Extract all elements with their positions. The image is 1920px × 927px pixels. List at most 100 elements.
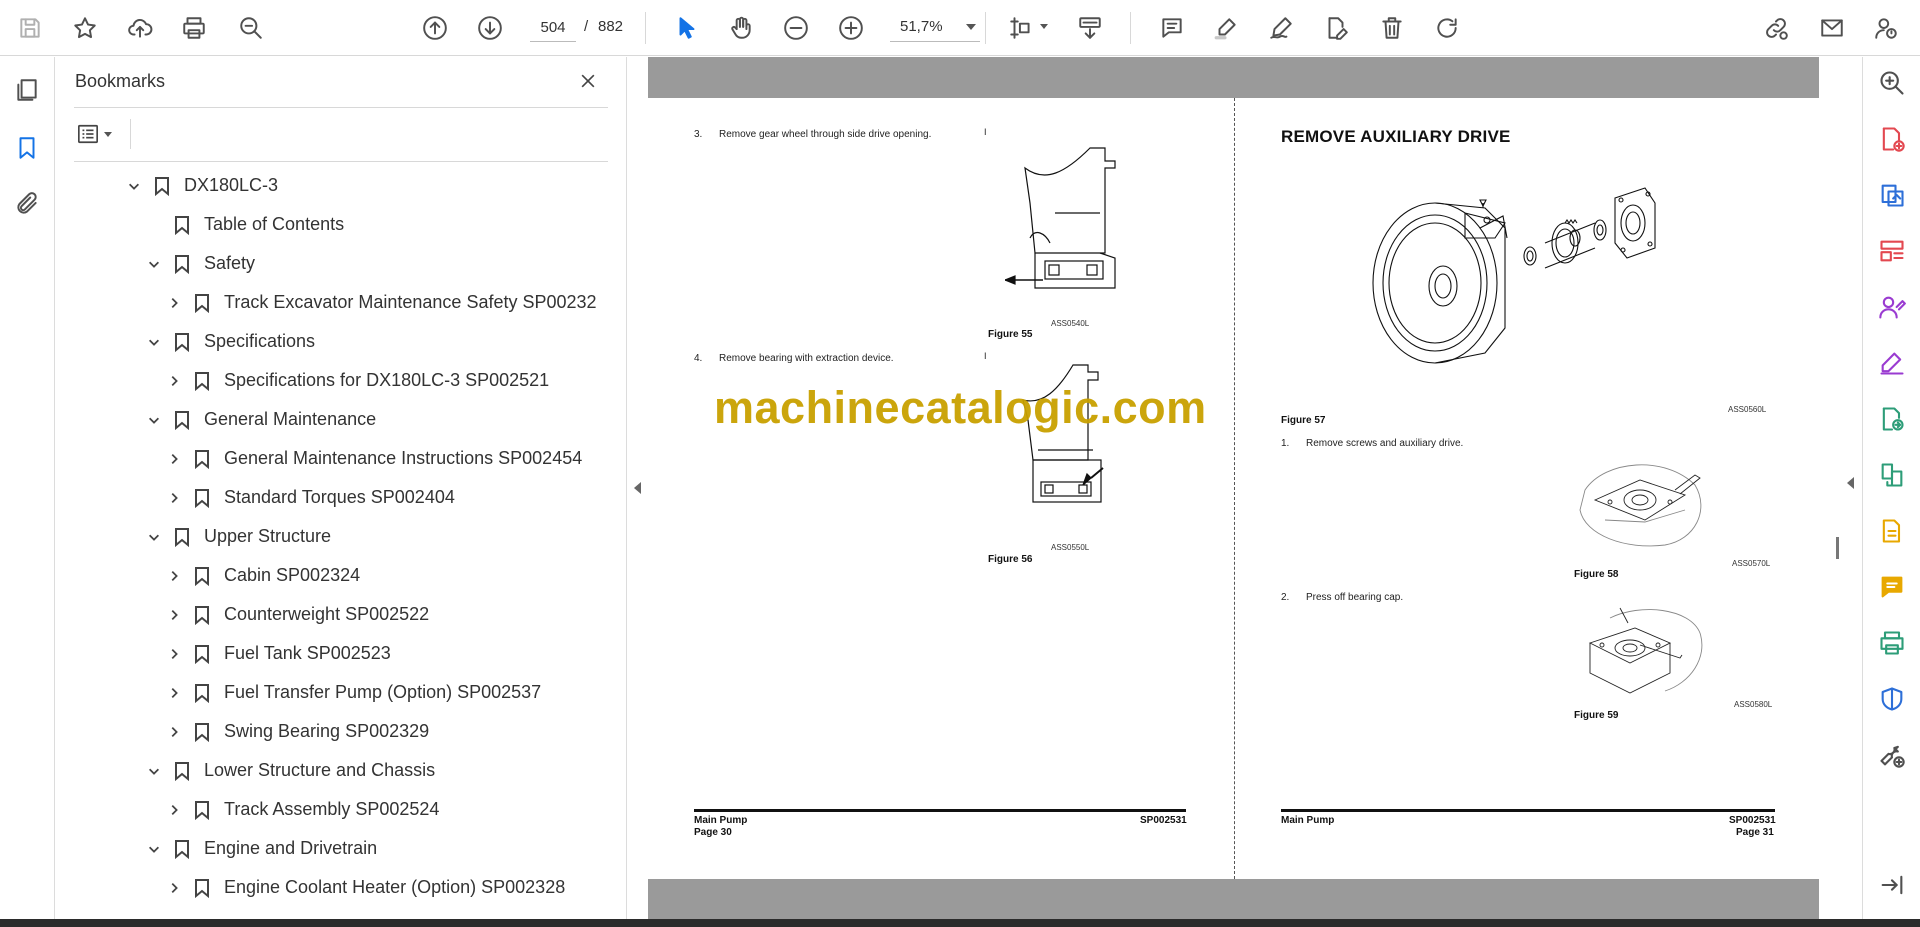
chevron-down-icon[interactable] bbox=[146, 529, 162, 545]
bookmark-item[interactable]: Engine Coolant Heater (Option) SP002328 bbox=[166, 868, 565, 907]
previous-page-icon[interactable] bbox=[419, 12, 451, 44]
delete-trash-icon[interactable] bbox=[1376, 12, 1408, 44]
more-tools-icon[interactable] bbox=[1876, 739, 1908, 771]
footer-doc-code: SP002531 bbox=[1140, 815, 1187, 826]
chevron-right-icon[interactable] bbox=[166, 295, 182, 311]
document-viewer[interactable]: 3. Remove gear wheel through side drive … bbox=[648, 57, 1862, 919]
chevron-right-icon[interactable] bbox=[166, 685, 182, 701]
bookmark-item[interactable]: Engine and Drivetrain bbox=[146, 829, 377, 868]
email-icon[interactable] bbox=[1816, 12, 1848, 44]
bookmark-label: Fuel Tank SP002523 bbox=[224, 643, 391, 663]
bookmark-label: Track Assembly SP002524 bbox=[224, 799, 440, 819]
hand-tool-icon[interactable] bbox=[725, 12, 757, 44]
chevron-down-icon[interactable] bbox=[146, 256, 162, 272]
upload-cloud-icon[interactable] bbox=[124, 12, 156, 44]
chevron-right-icon[interactable] bbox=[166, 880, 182, 896]
scroll-mode-icon[interactable] bbox=[1074, 12, 1106, 44]
figure-code: ASS0540L bbox=[1051, 319, 1090, 328]
chevron-down-icon[interactable] bbox=[146, 841, 162, 857]
close-icon[interactable] bbox=[574, 67, 602, 95]
chevron-right-icon[interactable] bbox=[166, 802, 182, 818]
left-nav-rail bbox=[0, 57, 55, 919]
chevron-right-icon[interactable] bbox=[166, 373, 182, 389]
bookmark-item[interactable]: General Maintenance bbox=[146, 400, 376, 439]
bookmark-icon bbox=[194, 371, 210, 391]
bookmark-item[interactable]: Lower Structure and Chassis bbox=[146, 751, 435, 790]
bookmark-item[interactable]: Swing Bearing SP002329 bbox=[166, 712, 429, 751]
print-icon[interactable] bbox=[178, 12, 210, 44]
collapse-right-arrow-icon[interactable] bbox=[1847, 477, 1854, 489]
print-production-icon[interactable] bbox=[1876, 627, 1908, 659]
bookmark-item[interactable]: General Maintenance Instructions SP00245… bbox=[166, 439, 582, 478]
viewer-scrollbar-thumb[interactable] bbox=[1836, 537, 1839, 559]
edit-pdf-icon[interactable] bbox=[1876, 515, 1908, 547]
protect-shield-icon[interactable] bbox=[1876, 683, 1908, 715]
comment-tool-icon[interactable] bbox=[1876, 571, 1908, 603]
bookmark-item[interactable]: Cabin SP002324 bbox=[166, 556, 360, 595]
request-signatures-icon[interactable] bbox=[1876, 291, 1908, 323]
bookmark-item[interactable]: Upper Structure bbox=[146, 517, 331, 556]
redo-rotate-icon[interactable] bbox=[1431, 12, 1463, 44]
bookmark-label: Specifications for DX180LC-3 SP002521 bbox=[224, 370, 550, 390]
save-icon[interactable] bbox=[14, 12, 46, 44]
bookmark-item[interactable]: Specifications bbox=[146, 322, 315, 361]
fill-sign-icon[interactable] bbox=[1876, 347, 1908, 379]
bookmark-item[interactable]: Standard Torques SP002404 bbox=[166, 478, 455, 517]
collapse-left-panel[interactable] bbox=[626, 57, 648, 919]
compare-files-icon[interactable] bbox=[1876, 459, 1908, 491]
draw-pen-icon[interactable] bbox=[1265, 12, 1297, 44]
bookmark-item[interactable]: Track Excavator Maintenance Safety SP002… bbox=[166, 283, 596, 322]
step-number: 1. bbox=[1281, 438, 1290, 449]
chevron-right-icon[interactable] bbox=[166, 451, 182, 467]
zoom-search-icon[interactable] bbox=[235, 12, 267, 44]
chevron-right-icon[interactable] bbox=[166, 607, 182, 623]
share-link-icon[interactable] bbox=[1760, 12, 1792, 44]
chevron-right-icon[interactable] bbox=[166, 646, 182, 662]
attachments-paperclip-icon[interactable] bbox=[11, 188, 43, 220]
page-fit-icon[interactable] bbox=[1005, 12, 1037, 44]
figure-58-illustration bbox=[1579, 464, 1702, 547]
page-number-input[interactable] bbox=[530, 14, 576, 42]
page-thumbnails-icon[interactable] bbox=[11, 74, 43, 106]
bookmark-item[interactable]: Safety bbox=[146, 244, 255, 283]
panel-divider bbox=[130, 119, 131, 149]
chevron-right-icon[interactable] bbox=[166, 724, 182, 740]
chevron-right-icon[interactable] bbox=[166, 568, 182, 584]
chevron-down-icon[interactable] bbox=[146, 763, 162, 779]
chevron-down-icon[interactable] bbox=[146, 334, 162, 350]
bookmark-item[interactable]: Specifications for DX180LC-3 SP002521 bbox=[166, 361, 549, 400]
bookmark-item[interactable]: Table of Contents bbox=[146, 205, 344, 244]
expand-panel-icon[interactable] bbox=[1876, 869, 1908, 901]
zoom-out-icon[interactable] bbox=[780, 12, 812, 44]
send-for-review-icon[interactable] bbox=[1876, 403, 1908, 435]
highlight-pen-icon[interactable] bbox=[1210, 12, 1242, 44]
edit-text-icon[interactable] bbox=[1320, 12, 1352, 44]
export-pdf-icon[interactable] bbox=[1876, 179, 1908, 211]
zoom-search-icon[interactable] bbox=[1876, 67, 1908, 99]
next-page-icon[interactable] bbox=[474, 12, 506, 44]
bookmark-item[interactable]: Counterweight SP002522 bbox=[166, 595, 429, 634]
select-cursor-icon[interactable] bbox=[671, 12, 703, 44]
bookmark-icon bbox=[194, 878, 210, 898]
create-pdf-icon[interactable] bbox=[1876, 123, 1908, 155]
bookmark-item[interactable]: DX180LC-3 bbox=[126, 166, 278, 205]
comment-icon[interactable] bbox=[1156, 12, 1188, 44]
chevron-down-icon[interactable] bbox=[126, 178, 142, 194]
zoom-in-icon[interactable] bbox=[835, 12, 867, 44]
chevron-down-icon[interactable] bbox=[1040, 24, 1048, 29]
bookmark-item[interactable]: Track Assembly SP002524 bbox=[166, 790, 439, 829]
step-number: 2. bbox=[1281, 592, 1290, 603]
viewer-scrollbar-track[interactable] bbox=[1819, 57, 1862, 919]
bookmarks-panel-icon[interactable] bbox=[11, 132, 43, 164]
account-help-icon[interactable] bbox=[1870, 12, 1902, 44]
bookmark-star-icon[interactable] bbox=[69, 12, 101, 44]
bookmark-item[interactable]: Fuel Transfer Pump (Option) SP002537 bbox=[166, 673, 541, 712]
chevron-down-icon[interactable] bbox=[146, 412, 162, 428]
organize-pages-icon[interactable] bbox=[1876, 235, 1908, 267]
zoom-level-select[interactable]: 51,7% bbox=[890, 14, 980, 42]
bookmark-options-menu[interactable] bbox=[76, 119, 122, 149]
step-text: Press off bearing cap. bbox=[1306, 592, 1404, 603]
chevron-right-icon[interactable] bbox=[166, 490, 182, 506]
viewer-background bbox=[648, 879, 1819, 919]
bookmark-item[interactable]: Fuel Tank SP002523 bbox=[166, 634, 391, 673]
